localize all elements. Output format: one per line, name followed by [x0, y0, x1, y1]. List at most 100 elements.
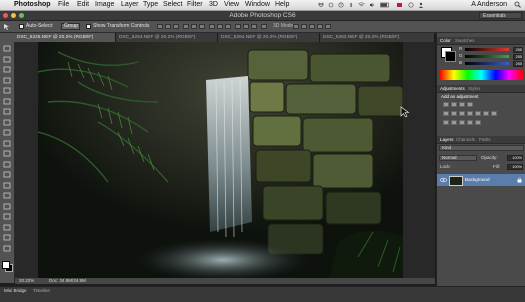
- tab-dsc-5283[interactable]: DSC_5283.NEF @ 20.2% (RGB/8*): [320, 33, 435, 42]
- black-white-icon[interactable]: [467, 111, 473, 116]
- gradient-tool-icon[interactable]: [3, 161, 11, 168]
- user-name[interactable]: A Anderson: [471, 0, 507, 10]
- menu-file[interactable]: File: [58, 0, 69, 10]
- 3d-drag-button[interactable]: [309, 24, 315, 29]
- auto-align-button[interactable]: [261, 24, 267, 29]
- gradient-map-icon[interactable]: [467, 120, 473, 125]
- bluetooth-icon[interactable]: [348, 2, 354, 8]
- align-right-button[interactable]: [199, 24, 205, 29]
- dodge-tool-icon[interactable]: [3, 182, 11, 189]
- opacity-value[interactable]: 100%: [507, 155, 523, 161]
- hue-saturation-icon[interactable]: [451, 111, 457, 116]
- posterize-icon[interactable]: [451, 120, 457, 125]
- tab-color[interactable]: Color: [440, 37, 451, 44]
- menu-photoshop[interactable]: Photoshop: [14, 0, 51, 10]
- workspace-switcher[interactable]: Essentials: [479, 12, 522, 19]
- background-swatch[interactable]: [445, 51, 456, 62]
- distribute-center-button[interactable]: [243, 24, 249, 29]
- layer-row-background[interactable]: Background: [437, 174, 525, 186]
- align-center-button[interactable]: [191, 24, 197, 29]
- clock-icon[interactable]: [408, 2, 414, 8]
- tab-adjustments[interactable]: Adjustments: [440, 85, 465, 92]
- layer-name[interactable]: Background: [465, 174, 490, 186]
- distribute-middle-button[interactable]: [217, 24, 223, 29]
- flag-icon[interactable]: [396, 2, 403, 8]
- clone-stamp-tool-icon[interactable]: [3, 129, 11, 136]
- doc-size[interactable]: Doc: 34.9M/34.9M: [49, 278, 86, 284]
- spotlight-icon[interactable]: [514, 1, 521, 8]
- menu-image[interactable]: Image: [95, 0, 114, 10]
- menu-3d[interactable]: 3D: [209, 0, 218, 10]
- 3d-slide-button[interactable]: [317, 24, 323, 29]
- tab-dsc-5264[interactable]: DSC_5264.NEF @ 20.2% (RGB/8*): [218, 33, 320, 42]
- align-bottom-button[interactable]: [173, 24, 179, 29]
- fill-value[interactable]: 100%: [507, 164, 523, 170]
- dropbox-icon[interactable]: [318, 2, 324, 8]
- align-middle-button[interactable]: [165, 24, 171, 29]
- tab-channels[interactable]: Channels: [456, 136, 475, 143]
- tab-swatches[interactable]: Swatches: [455, 37, 475, 44]
- hand-tool-icon[interactable]: [3, 234, 11, 241]
- color-lookup-icon[interactable]: [491, 111, 497, 116]
- move-tool-icon[interactable]: [3, 45, 11, 52]
- menu-select[interactable]: Select: [163, 0, 182, 10]
- photo-filter-icon[interactable]: [475, 111, 481, 116]
- path-select-tool-icon[interactable]: [3, 213, 11, 220]
- selective-color-icon[interactable]: [475, 120, 481, 125]
- brightness-icon[interactable]: [443, 102, 449, 107]
- exposure-icon[interactable]: [467, 102, 473, 107]
- align-top-button[interactable]: [157, 24, 163, 29]
- auto-select-dropdown[interactable]: Group: [61, 23, 80, 30]
- volume-icon[interactable]: [369, 2, 376, 8]
- move-tool-preset-icon[interactable]: [3, 23, 11, 30]
- color-balance-icon[interactable]: [459, 111, 465, 116]
- blur-tool-icon[interactable]: [3, 171, 11, 178]
- waterfall-photo[interactable]: [38, 42, 403, 283]
- show-transform-checkbox[interactable]: [86, 24, 91, 29]
- distribute-top-button[interactable]: [209, 24, 215, 29]
- menu-view[interactable]: View: [224, 0, 239, 10]
- menu-help[interactable]: Help: [275, 0, 289, 10]
- canvas-area[interactable]: [15, 42, 435, 283]
- distribute-left-button[interactable]: [235, 24, 241, 29]
- menu-window[interactable]: Window: [245, 0, 270, 10]
- menu-filter[interactable]: Filter: [187, 0, 203, 10]
- quick-select-tool-icon[interactable]: [3, 77, 11, 84]
- tab-paths[interactable]: Paths: [479, 136, 491, 143]
- channel-mixer-icon[interactable]: [483, 111, 489, 116]
- 3d-scale-button[interactable]: [325, 24, 331, 29]
- menu-layer[interactable]: Layer: [121, 0, 139, 10]
- slider-r[interactable]: [465, 48, 509, 51]
- healing-tool-icon[interactable]: [3, 108, 11, 115]
- tab-layers[interactable]: Layers: [440, 136, 454, 143]
- tab-dsc-5254[interactable]: DSC_5254.NEF @ 20.2% (RGB/8*): [116, 33, 218, 42]
- color-ramp[interactable]: [440, 70, 523, 80]
- blend-mode-select[interactable]: Normal: [439, 155, 477, 161]
- sync-icon[interactable]: [328, 2, 334, 8]
- menu-edit[interactable]: Edit: [77, 0, 89, 10]
- history-brush-tool-icon[interactable]: [3, 140, 11, 147]
- eraser-tool-icon[interactable]: [3, 150, 11, 157]
- eyedropper-tool-icon[interactable]: [3, 98, 11, 105]
- type-tool-icon[interactable]: [3, 203, 11, 210]
- lasso-tool-icon[interactable]: [3, 66, 11, 73]
- tool-foreground-color[interactable]: [2, 261, 10, 269]
- tab-styles[interactable]: Styles: [468, 85, 480, 92]
- threshold-icon[interactable]: [459, 120, 465, 125]
- wifi-icon[interactable]: [358, 2, 365, 8]
- shape-tool-icon[interactable]: [3, 224, 11, 231]
- slider-b[interactable]: [465, 62, 509, 65]
- align-left-button[interactable]: [183, 24, 189, 29]
- menu-type[interactable]: Type: [143, 0, 158, 10]
- value-b[interactable]: 255: [513, 61, 523, 67]
- zoom-level[interactable]: 20.22%: [19, 278, 34, 284]
- zoom-tool-icon[interactable]: [3, 245, 11, 252]
- pen-tool-icon[interactable]: [3, 192, 11, 199]
- invert-icon[interactable]: [443, 120, 449, 125]
- distribute-bottom-button[interactable]: [225, 24, 231, 29]
- curves-icon[interactable]: [459, 102, 465, 107]
- marquee-tool-icon[interactable]: [3, 56, 11, 63]
- auto-select-checkbox[interactable]: [19, 24, 24, 29]
- tab-mini-bridge[interactable]: Mini Bridge: [4, 288, 27, 293]
- crop-tool-icon[interactable]: [3, 87, 11, 94]
